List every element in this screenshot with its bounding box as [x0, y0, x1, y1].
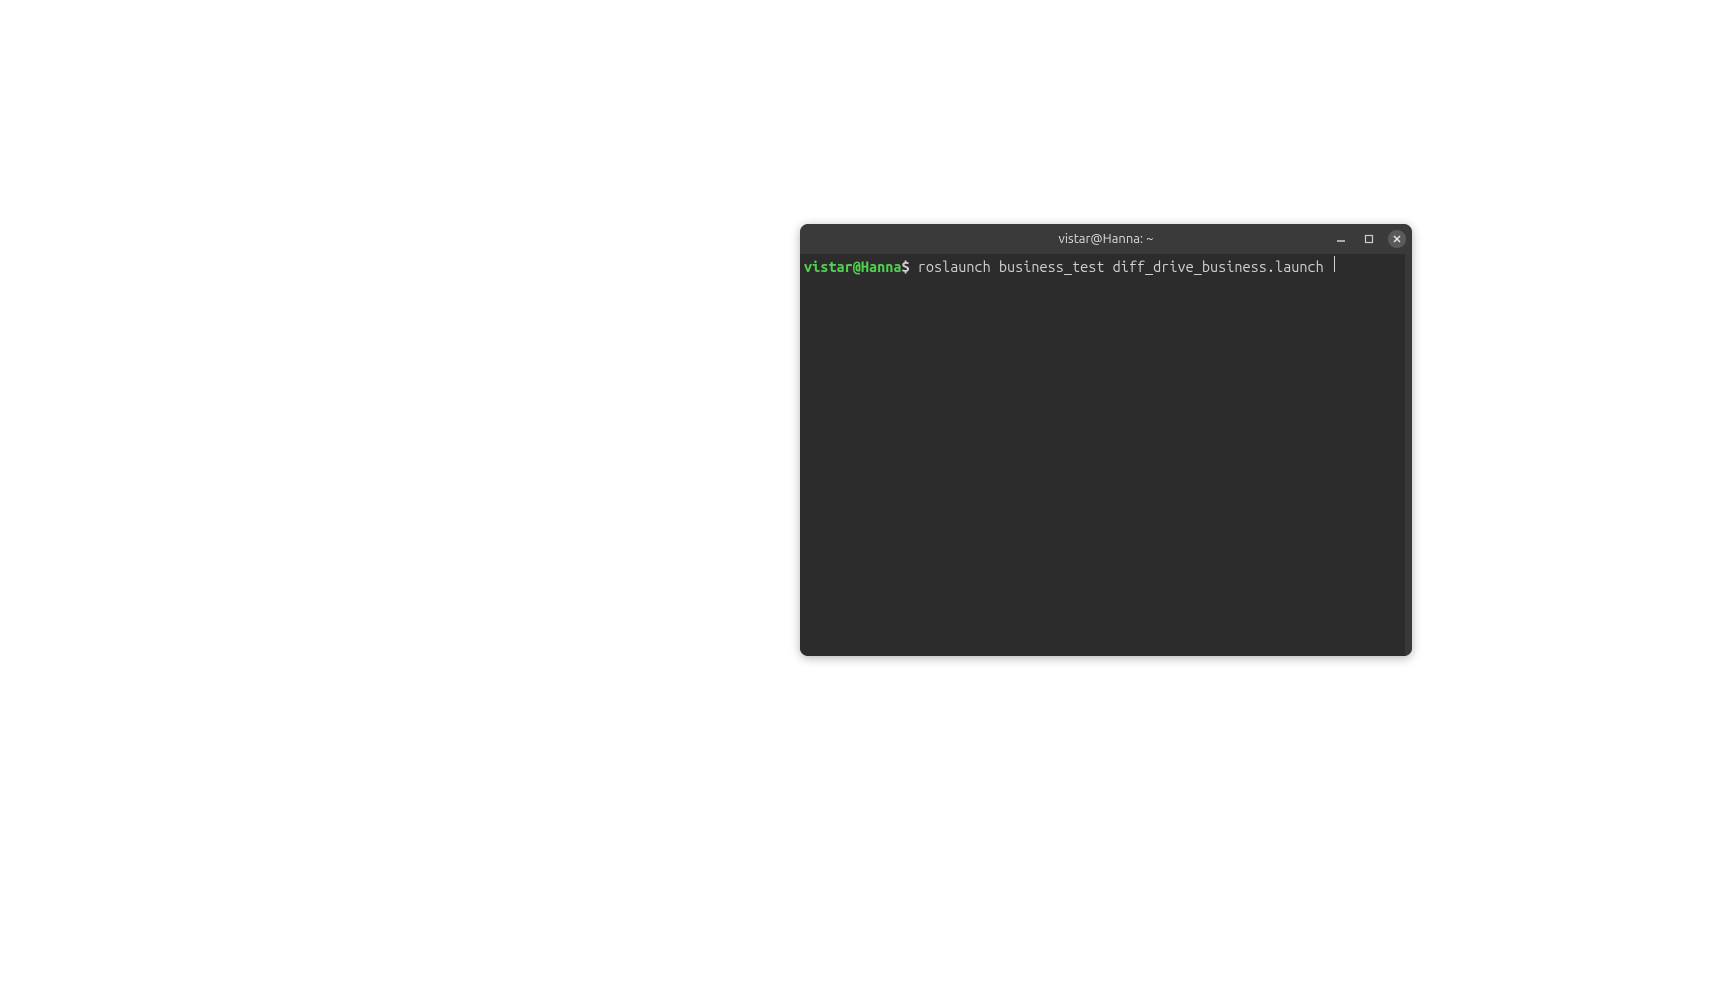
- terminal-window: vistar@Hanna: ~ vistar@Hanna$ ro: [800, 224, 1412, 656]
- cursor: [1334, 256, 1336, 272]
- minimize-button[interactable]: [1332, 230, 1350, 248]
- scrollbar[interactable]: [1405, 254, 1412, 656]
- maximize-button[interactable]: [1360, 230, 1378, 248]
- terminal-line: vistar@Hanna$ roslaunch business_test di…: [804, 256, 1408, 276]
- maximize-icon: [1364, 234, 1374, 244]
- command-text: roslaunch business_test diff_drive_busin…: [910, 258, 1332, 276]
- prompt-user-host: vistar@Hanna: [804, 258, 901, 276]
- prompt-symbol: $: [901, 258, 909, 276]
- terminal-body[interactable]: vistar@Hanna$ roslaunch business_test di…: [800, 254, 1412, 656]
- window-controls: [1332, 224, 1406, 254]
- minimize-icon: [1336, 234, 1346, 244]
- titlebar[interactable]: vistar@Hanna: ~: [800, 224, 1412, 254]
- close-button[interactable]: [1388, 230, 1406, 248]
- close-icon: [1392, 234, 1402, 244]
- window-title: vistar@Hanna: ~: [1059, 232, 1154, 246]
